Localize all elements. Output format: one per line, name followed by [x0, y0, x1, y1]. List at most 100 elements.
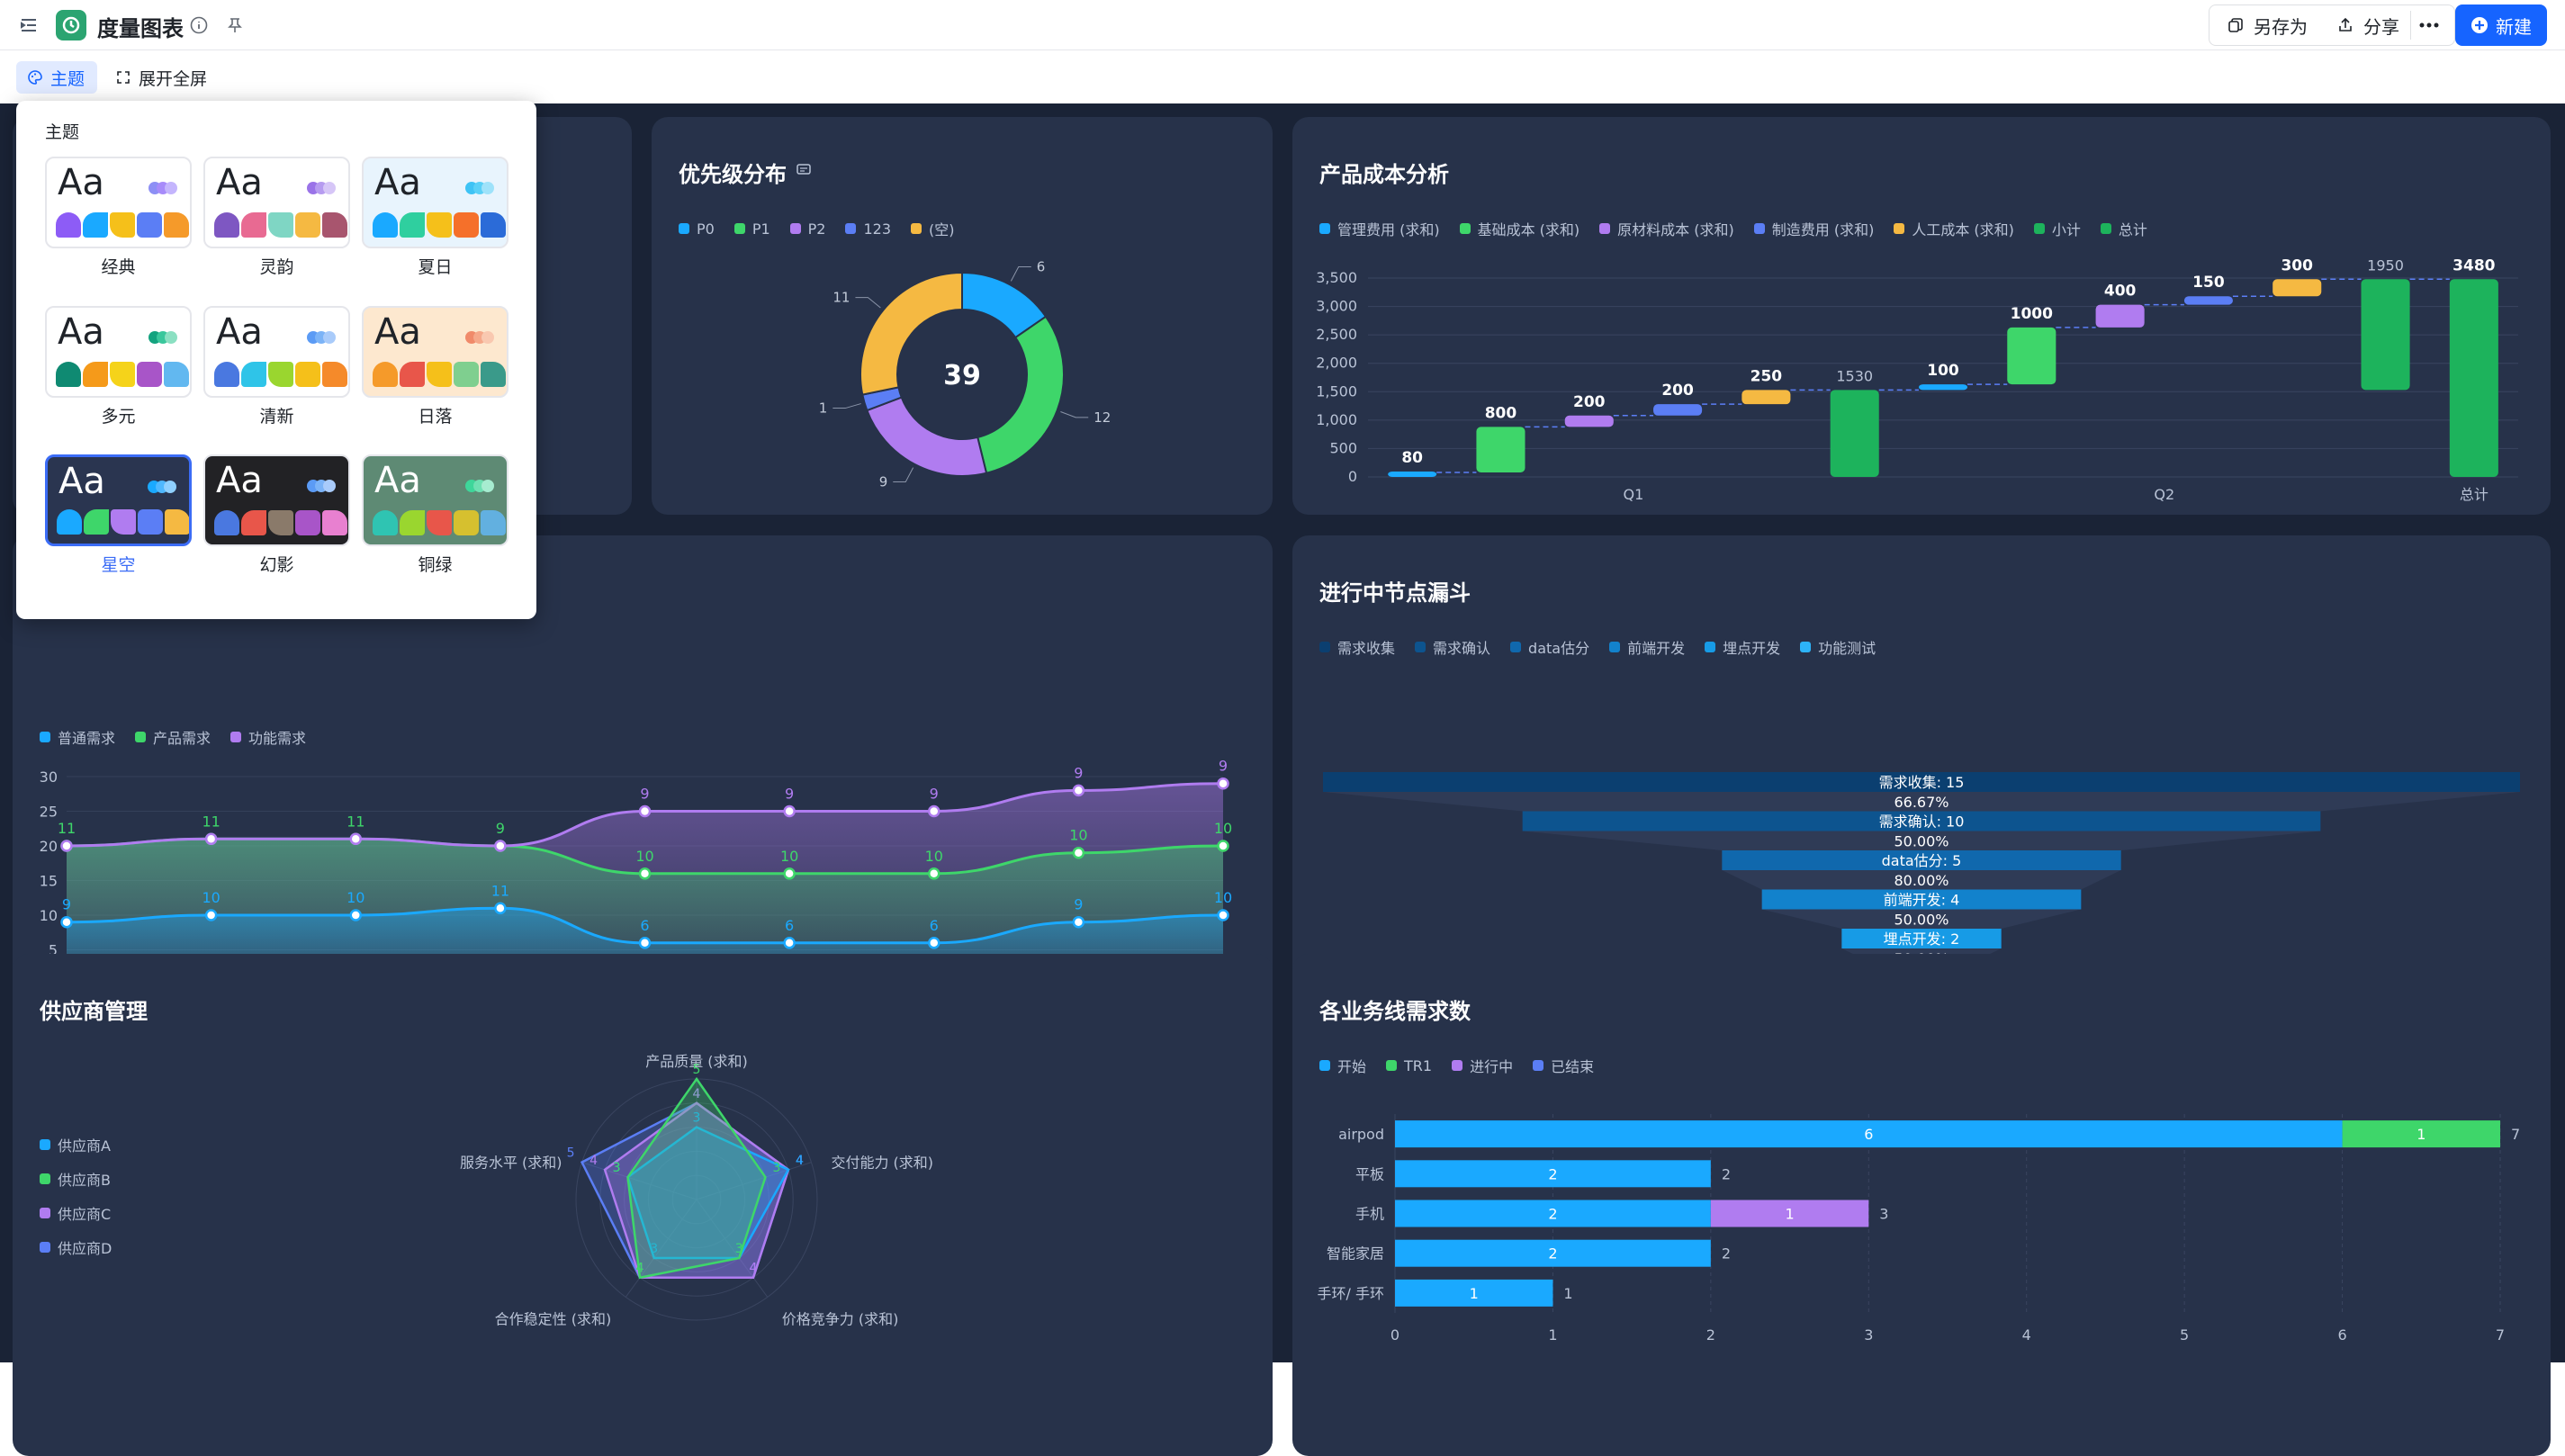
fullscreen-button[interactable]: 展开全屏	[115, 61, 207, 94]
theme-option-3[interactable]: Aa	[45, 306, 192, 398]
waterfall-bar	[2095, 304, 2145, 328]
theme-color-swatch	[57, 509, 82, 535]
theme-option-0[interactable]: Aa	[45, 157, 192, 248]
new-button[interactable]: 新建	[2455, 4, 2547, 46]
point-value-label: 10	[635, 848, 653, 865]
theme-pill-icon	[148, 331, 177, 344]
theme-color-swatch	[241, 212, 266, 238]
data-point	[204, 832, 218, 846]
segment-value-label: 1	[1470, 1285, 1479, 1302]
more-button[interactable]	[2410, 11, 2446, 40]
radar-axis-label: 交付能力 (求和)	[831, 1155, 933, 1172]
theme-button[interactable]: 主题	[16, 61, 97, 94]
radar-value-label: 5	[693, 1063, 701, 1077]
theme-option-7[interactable]: Aa	[203, 454, 350, 546]
theme-name: 清新	[259, 407, 294, 427]
theme-option-2[interactable]: Aa	[362, 157, 508, 248]
y-tick-label: 500	[1329, 439, 1357, 456]
theme-option-8[interactable]: Aa	[362, 454, 508, 546]
waterfall-bar	[1388, 472, 1437, 477]
bar-total-label: 1	[1563, 1285, 1572, 1302]
theme-color-swatch	[268, 212, 293, 238]
theme-sample-text: Aa	[374, 162, 421, 203]
point-value-label: 9	[1074, 764, 1083, 781]
bar-value-label: 400	[2104, 283, 2137, 301]
waterfall-bar	[2361, 279, 2410, 391]
data-point	[638, 937, 652, 949]
theme-pill-icon	[307, 182, 336, 194]
theme-option-1[interactable]: Aa	[203, 157, 350, 248]
save-as-button[interactable]: 另存为	[2212, 7, 2322, 43]
theme-color-shapes	[56, 362, 189, 387]
slice-label: 12	[1094, 409, 1111, 426]
theme-pill-icon	[307, 331, 336, 344]
point-value-label: 6	[930, 917, 939, 934]
bar-value-label: 1530	[1836, 367, 1873, 384]
bar-value-label: 800	[1485, 404, 1517, 422]
supplier-card[interactable]: 供应商管理 供应商A 供应商B 供应商C 供应商D 产品质量 (求和) 交付能力 (求和…	[13, 954, 1273, 1456]
data-point	[204, 909, 218, 921]
pill-dot	[482, 182, 494, 194]
data-point	[1217, 909, 1229, 921]
waterfall-bar	[2449, 279, 2498, 477]
theme-color-swatch	[454, 510, 479, 535]
theme-sample-text: Aa	[216, 460, 263, 501]
theme-option-4[interactable]: Aa	[203, 306, 350, 398]
segment-value-label: 2	[1548, 1245, 1557, 1263]
theme-name: 经典	[101, 257, 136, 277]
radar-value-label: 4	[636, 1262, 644, 1276]
theme-color-swatch	[373, 362, 398, 387]
theme-color-swatch	[110, 362, 135, 387]
theme-sample-text: Aa	[58, 162, 104, 203]
priority-donut-chart: 612911139	[819, 258, 1112, 490]
y-category-label: airpod	[1338, 1126, 1384, 1143]
segment-value-label: 2	[1548, 1165, 1557, 1182]
priority-card[interactable]: 优先级分布 P0 P1 P2 123 (空) 6 12 9 1 11 39	[652, 117, 1273, 515]
business-card[interactable]: 各业务线需求数 开始 TR1 进行中 已结束 0 1 2 3 4 5 6 7 airpod 6 1 7 平板 2…	[1292, 954, 2551, 1456]
pill-dot	[165, 331, 177, 344]
donut-slice	[976, 315, 1065, 474]
pill-dot	[164, 481, 176, 493]
point-value-label: 11	[58, 820, 76, 837]
y-tick-label: 0	[1348, 468, 1357, 485]
pill-dot	[482, 331, 494, 344]
data-point	[783, 867, 796, 880]
theme-color-swatch	[295, 510, 320, 535]
theme-option-6[interactable]: Aa	[45, 454, 192, 546]
slice-leader-line	[1060, 411, 1089, 418]
x-category-label: Q1	[1624, 486, 1644, 503]
point-value-label: 10	[925, 848, 943, 865]
data-point	[1217, 777, 1229, 790]
bar-total-label: 2	[1722, 1165, 1731, 1182]
conversion-rate-label: 80.00%	[1894, 872, 1948, 889]
theme-color-swatch	[322, 510, 347, 535]
bar-value-label: 200	[1573, 393, 1606, 411]
cost-card[interactable]: 产品成本分析 管理费用 (求和) 基础成本 (求和) 原材料成本 (求和) 制造费用 …	[1292, 117, 2551, 515]
theme-sample-text: Aa	[58, 461, 105, 502]
theme-color-swatch	[165, 509, 189, 535]
app-logo	[56, 10, 86, 40]
slice-leader-line	[1010, 265, 1031, 282]
pin-icon[interactable]	[225, 15, 245, 35]
theme-color-shapes	[56, 212, 189, 238]
point-value-label: 6	[785, 917, 794, 934]
theme-color-swatch	[56, 212, 81, 238]
segment-value-label: 6	[1864, 1126, 1873, 1143]
y-tick-label: 2,500	[1316, 326, 1357, 343]
pill-dot	[323, 331, 336, 344]
radar-value-label: 3	[772, 1161, 780, 1175]
point-value-label: 9	[785, 786, 794, 803]
bar-value-label: 100	[1927, 362, 1959, 380]
data-point	[928, 804, 940, 818]
info-icon[interactable]	[189, 15, 209, 35]
page-title: 度量图表	[97, 16, 184, 41]
y-category-label: 智能家居	[1327, 1245, 1384, 1263]
theme-option-5[interactable]: Aa	[362, 306, 508, 398]
theme-color-swatch	[137, 362, 162, 387]
theme-color-swatch	[83, 362, 108, 387]
sidebar-toggle-icon[interactable]	[18, 14, 40, 36]
point-value-label: 10	[1214, 820, 1232, 837]
x-tick-label: 2	[1706, 1326, 1715, 1344]
share-button[interactable]: 分享	[2322, 7, 2414, 43]
theme-color-swatch	[373, 510, 398, 535]
